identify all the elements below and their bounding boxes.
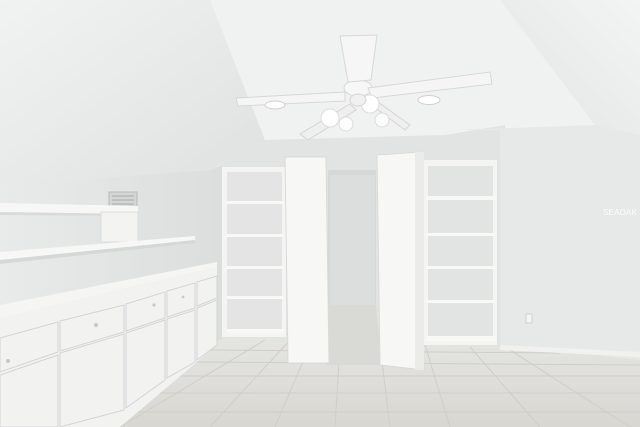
- light-globe: [338, 116, 354, 132]
- shelf-bracket: [100, 211, 139, 243]
- recessed-light: [417, 95, 441, 105]
- light-globe: [320, 108, 340, 128]
- closet-door-left: [284, 156, 330, 364]
- wall-outlet: [525, 313, 533, 324]
- recessed-light: [264, 100, 286, 110]
- room-illustration: [0, 0, 640, 427]
- light-globe: [374, 112, 390, 128]
- room-photo: SEAOAK: [0, 0, 640, 427]
- watermark-text: SEAOAK: [603, 208, 638, 217]
